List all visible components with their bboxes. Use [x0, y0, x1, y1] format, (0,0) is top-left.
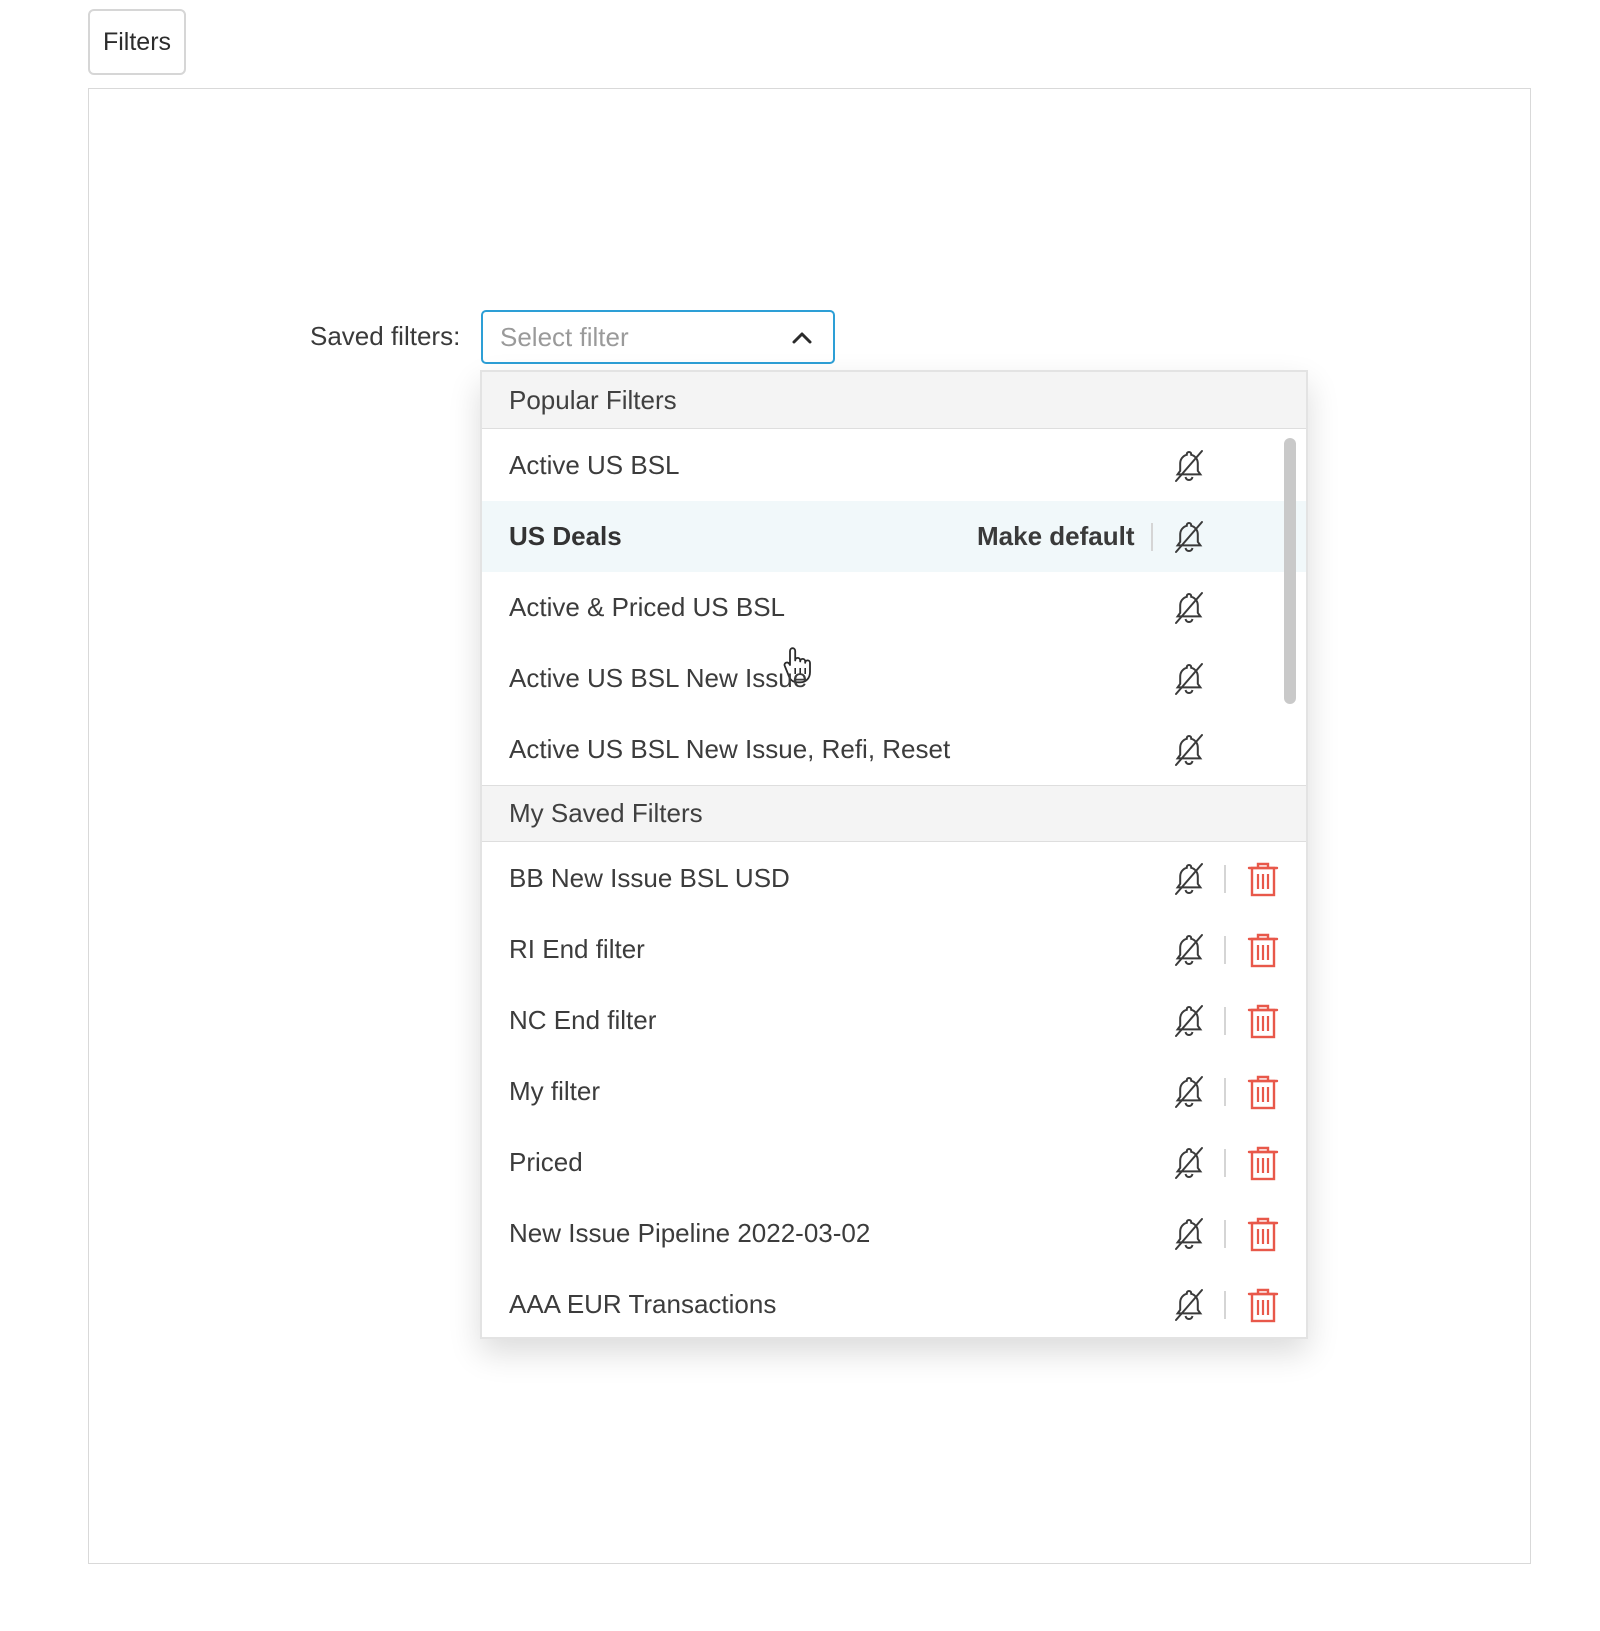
divider: [1224, 936, 1226, 964]
list-item[interactable]: Active US BSL: [482, 430, 1306, 501]
divider: [1224, 1007, 1226, 1035]
divider: [1224, 1149, 1226, 1177]
saved-filter-dropdown: Popular Filters Active US BSL US Deals M…: [480, 370, 1308, 1339]
filters-button[interactable]: Filters: [88, 9, 186, 75]
list-item[interactable]: Priced: [482, 1127, 1306, 1198]
filter-name: New Issue Pipeline 2022-03-02: [509, 1218, 871, 1248]
my-saved-filters-header: My Saved Filters: [482, 785, 1306, 842]
filter-name: AAA EUR Transactions: [509, 1289, 777, 1319]
trash-icon[interactable]: [1247, 1145, 1279, 1181]
list-item-hovered[interactable]: US Deals Make default: [482, 501, 1306, 684]
list-item[interactable]: RI End filter: [482, 914, 1306, 985]
bell-off-icon[interactable]: [1172, 590, 1206, 626]
bell-off-icon[interactable]: [1172, 861, 1206, 897]
scrollbar-thumb[interactable]: [1284, 438, 1296, 704]
filter-name: Active US BSL New Issue, Refi, Reset: [509, 734, 951, 764]
filter-name: Priced: [509, 1147, 583, 1177]
divider: [1224, 1078, 1226, 1106]
filters-button-label: Filters: [102, 27, 172, 56]
bell-off-icon[interactable]: [1172, 932, 1206, 968]
filter-name: Active & Priced US BSL: [509, 592, 785, 622]
bell-off-icon[interactable]: [1172, 1074, 1206, 1110]
saved-filters-label: Saved filters:: [310, 321, 461, 351]
trash-icon[interactable]: [1247, 1074, 1279, 1110]
list-item[interactable]: Active & Priced US BSL: [482, 572, 1306, 643]
trash-icon[interactable]: [1247, 1003, 1279, 1039]
list-item[interactable]: BB New Issue BSL USD: [482, 843, 1306, 914]
divider: [1224, 1291, 1226, 1319]
bell-off-icon[interactable]: [1172, 661, 1206, 697]
list-item[interactable]: NC End filter: [482, 985, 1306, 1056]
divider: [1151, 523, 1153, 551]
bell-off-icon[interactable]: [1172, 1216, 1206, 1252]
chevron-up-icon[interactable]: [789, 325, 815, 351]
filter-name: My filter: [509, 1076, 600, 1106]
trash-icon[interactable]: [1247, 861, 1279, 897]
list-item[interactable]: My filter: [482, 1056, 1306, 1127]
filter-name: Active US BSL New Issue: [509, 663, 808, 693]
list-item[interactable]: New Issue Pipeline 2022-03-02: [482, 1198, 1306, 1269]
filter-name: US Deals: [509, 521, 622, 551]
bell-off-icon[interactable]: [1172, 732, 1206, 768]
trash-icon[interactable]: [1247, 932, 1279, 968]
bell-off-icon[interactable]: [1172, 1287, 1206, 1323]
divider: [1224, 865, 1226, 893]
list-item[interactable]: Active US BSL New Issue: [482, 643, 1306, 714]
filter-name: Active US BSL: [509, 450, 680, 480]
bell-off-icon[interactable]: [1172, 1145, 1206, 1181]
bell-off-icon[interactable]: [1172, 448, 1206, 484]
filter-name: NC End filter: [509, 1005, 657, 1035]
trash-icon[interactable]: [1247, 1287, 1279, 1323]
list-item[interactable]: AAA EUR Transactions: [482, 1269, 1306, 1337]
trash-icon[interactable]: [1247, 1216, 1279, 1252]
saved-filter-select[interactable]: Select filter: [481, 310, 835, 364]
bell-off-icon[interactable]: [1172, 519, 1206, 555]
filter-name: RI End filter: [509, 934, 645, 964]
filter-name: BB New Issue BSL USD: [509, 863, 790, 893]
popular-filters-header: Popular Filters: [482, 372, 1306, 429]
bell-off-icon[interactable]: [1172, 1003, 1206, 1039]
select-placeholder: Select filter: [500, 321, 629, 352]
divider: [1224, 1220, 1226, 1248]
list-item[interactable]: Active US BSL New Issue, Refi, Reset: [482, 714, 1306, 785]
make-default-button[interactable]: Make default: [977, 501, 1135, 572]
